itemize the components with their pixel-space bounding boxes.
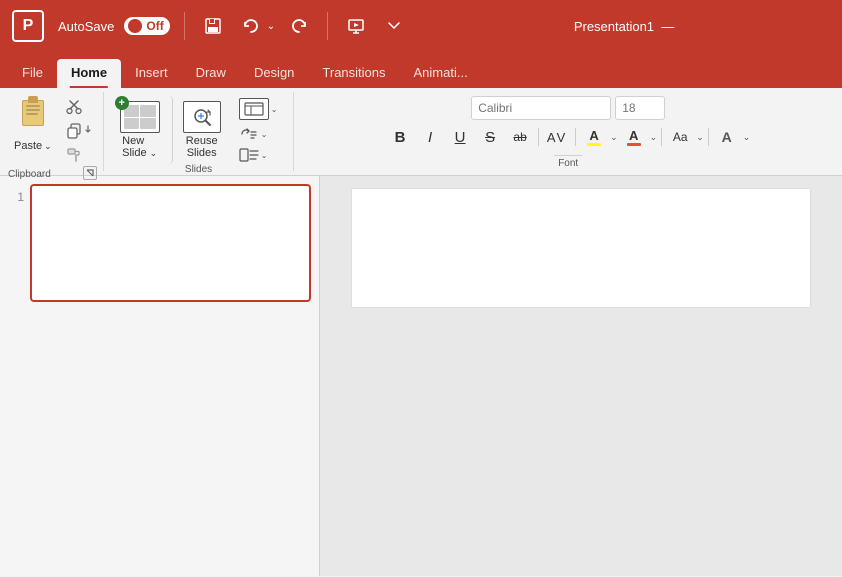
- clipboard-label: Clipboard: [8, 169, 51, 184]
- layout-chevron: ⌄: [271, 105, 278, 114]
- slide-number: 1: [8, 184, 24, 204]
- strikethrough-button[interactable]: S: [476, 124, 504, 150]
- separator-2: [327, 12, 328, 40]
- font-sep-3: [661, 128, 662, 146]
- tab-file[interactable]: File: [8, 59, 57, 88]
- toggle-circle: [128, 19, 142, 33]
- new-slide-icon: +: [120, 101, 160, 133]
- clipboard-expand[interactable]: [83, 166, 97, 180]
- save-button[interactable]: [199, 12, 227, 40]
- highlight-bar: [587, 143, 601, 146]
- autosave-toggle[interactable]: Off: [124, 17, 169, 35]
- separator-1: [184, 12, 185, 40]
- undo-button[interactable]: [237, 12, 265, 40]
- slides-group: + New Slide ⌄: [104, 92, 295, 171]
- clipboard-group: Paste ⌄: [0, 92, 104, 171]
- size-chevron[interactable]: ⌄: [696, 132, 704, 143]
- font-color-label: A: [629, 128, 638, 143]
- reuse-slides-label: Reuse Slides: [186, 135, 218, 159]
- paste-button[interactable]: Paste ⌄: [8, 96, 58, 166]
- font-sep-4: [708, 128, 709, 146]
- ppt-logo: P: [12, 10, 44, 42]
- font-toolbar: B I U S ab AV A ⌄ A ⌄ Aa ⌄: [386, 124, 750, 150]
- clear-format-button[interactable]: A: [713, 124, 741, 150]
- font-color-bar: [627, 143, 641, 146]
- section-chevron: ⌄: [261, 151, 268, 160]
- reuse-slides-button[interactable]: Reuse Slides: [175, 96, 229, 164]
- reset-button[interactable]: ⌄: [235, 125, 282, 143]
- font-group: B I U S ab AV A ⌄ A ⌄ Aa ⌄: [294, 92, 842, 171]
- slides-label: Slides: [185, 164, 212, 179]
- tab-insert[interactable]: Insert: [121, 59, 182, 88]
- slide-item: 1: [8, 184, 311, 302]
- present-button[interactable]: [342, 12, 370, 40]
- highlight-color-button[interactable]: A: [580, 124, 608, 150]
- cut-button[interactable]: [62, 96, 97, 118]
- strikethrough-ab-button[interactable]: ab: [506, 124, 534, 150]
- main-area: 1: [0, 176, 842, 576]
- tab-draw[interactable]: Draw: [182, 59, 240, 88]
- section-button[interactable]: ⌄: [235, 146, 282, 164]
- ribbon-content: Paste ⌄: [0, 88, 842, 176]
- edit-area: [320, 176, 842, 576]
- tab-design[interactable]: Design: [240, 59, 308, 88]
- toggle-off-label: Off: [146, 19, 163, 33]
- layout-icons: ⌄ ⌄: [231, 96, 286, 164]
- font-sep-1: [538, 128, 539, 146]
- undo-group[interactable]: ⌄: [237, 12, 275, 40]
- tab-transitions[interactable]: Transitions: [308, 59, 399, 88]
- font-size-group[interactable]: Aa: [666, 124, 694, 150]
- ribbon-tabs: File Home Insert Draw Design Transitions…: [0, 52, 842, 88]
- slide-thumbnail[interactable]: [30, 184, 311, 302]
- bold-button[interactable]: B: [386, 124, 414, 150]
- reuse-slides-icon: [183, 101, 221, 133]
- autosave-label: AutoSave: [58, 19, 114, 34]
- italic-button[interactable]: I: [416, 124, 444, 150]
- new-slide-button[interactable]: + New Slide ⌄: [112, 96, 173, 164]
- font-name-input[interactable]: [471, 96, 611, 120]
- more-button[interactable]: [380, 12, 408, 40]
- layout-icon: [239, 98, 269, 120]
- font-color-button[interactable]: A: [620, 124, 648, 150]
- window-title: Presentation1 —: [418, 19, 830, 34]
- highlight-label: A: [589, 128, 598, 143]
- format-painter-button[interactable]: [62, 144, 97, 166]
- paste-label: Paste ⌄: [14, 140, 52, 152]
- clipboard-right: [62, 96, 97, 166]
- reset-chevron: ⌄: [261, 130, 268, 139]
- slide-editor[interactable]: [351, 188, 811, 308]
- paste-icon: [15, 100, 51, 138]
- clear-format-chevron[interactable]: ⌄: [743, 132, 751, 143]
- slide-panel: 1: [0, 176, 320, 576]
- undo-chevron[interactable]: ⌄: [267, 21, 275, 32]
- underline-button[interactable]: U: [446, 124, 474, 150]
- tab-home[interactable]: Home: [57, 59, 121, 88]
- font-group-label: Font: [554, 155, 582, 171]
- tab-animations[interactable]: Animati...: [400, 59, 482, 88]
- layout-button[interactable]: ⌄: [235, 96, 282, 122]
- new-slide-plus: +: [115, 96, 129, 110]
- font-color-chevron[interactable]: ⌄: [650, 132, 658, 143]
- redo-button[interactable]: [285, 12, 313, 40]
- av-button[interactable]: AV: [543, 124, 571, 150]
- font-size-input[interactable]: [615, 96, 665, 120]
- copy-button[interactable]: [62, 120, 97, 142]
- new-slide-label: New Slide ⌄: [122, 135, 157, 159]
- highlight-chevron[interactable]: ⌄: [610, 132, 618, 143]
- font-sep-2: [575, 128, 576, 146]
- title-bar: P AutoSave Off ⌄: [0, 0, 842, 52]
